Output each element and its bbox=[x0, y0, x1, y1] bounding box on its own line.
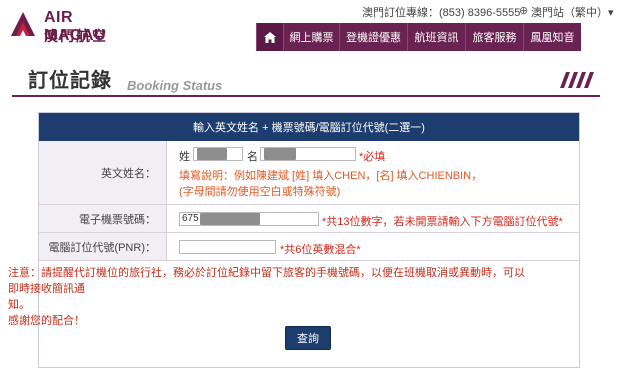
nav-item-flight-info[interactable]: 航班資訊 bbox=[407, 23, 465, 51]
redacted-ticket-number bbox=[200, 213, 260, 225]
ticket-number-input[interactable]: 675 bbox=[179, 212, 319, 226]
nav-item-online-booking[interactable]: 網上購票 bbox=[283, 23, 339, 51]
page-title: 訂位記錄 bbox=[28, 70, 112, 92]
nav-item-phoenix-miles[interactable]: 鳳凰知音 bbox=[523, 23, 581, 51]
booking-hotline: 澳門訂位專線：(853) 8396-5555 bbox=[362, 7, 521, 19]
notice-line3: 感謝您的配合！ bbox=[8, 315, 85, 327]
nav-home[interactable] bbox=[256, 23, 283, 51]
name-label: 英文姓名： bbox=[39, 141, 167, 204]
given-name-input[interactable] bbox=[260, 147, 356, 161]
ticket-label: 電子機票號碼： bbox=[39, 205, 167, 232]
pnr-input[interactable] bbox=[179, 240, 276, 254]
nav-item-passenger-services[interactable]: 旅客服務 bbox=[465, 23, 523, 51]
ticket-hint: *共13位數字，若未開票請輸入下方電腦訂位代號* bbox=[322, 216, 563, 228]
notice-line2: 知。 bbox=[8, 299, 30, 311]
page-subtitle: Booking Status bbox=[127, 78, 223, 93]
title-divider bbox=[12, 95, 600, 97]
name-required-note: *必填 bbox=[359, 151, 386, 163]
given-name-label: 名 bbox=[247, 151, 258, 163]
surname-label: 姓 bbox=[179, 151, 190, 163]
main-nav: 網上購票 登機證優惠 航班資訊 旅客服務 鳳凰知音 bbox=[256, 23, 581, 51]
nav-item-boarding-pass-offers[interactable]: 登機證優惠 bbox=[339, 23, 407, 51]
redacted-surname bbox=[197, 148, 227, 160]
form-header: 輸入英文姓名 + 機票號碼/電腦訂位代號(二選一) bbox=[39, 113, 579, 141]
air-macau-logo[interactable]: AIR MACAU 澳門航空 bbox=[8, 9, 126, 44]
name-help-line2: (字母間請勿使用空白或特殊符號) bbox=[179, 186, 341, 198]
notice-line1: 注意：請提醒代訂機位的旅行社，務必於訂位紀錄中留下旅客的手機號碼，以便在班機取消… bbox=[8, 267, 525, 295]
submit-query-button[interactable]: 查詢 bbox=[285, 326, 331, 350]
ticket-row: 電子機票號碼： 675 *共13位數字，若未開票請輸入下方電腦訂位代號* bbox=[39, 205, 579, 233]
pnr-row: 電腦訂位代號(PNR)： *共6位英數混合* bbox=[39, 233, 579, 261]
site-selector[interactable]: 澳門站（繁中）▾ bbox=[531, 4, 614, 20]
pnr-label: 電腦訂位代號(PNR)： bbox=[39, 233, 167, 260]
surname-input[interactable] bbox=[193, 147, 243, 161]
decorative-stripes-icon bbox=[560, 72, 594, 88]
pnr-hint: *共6位英數混合* bbox=[280, 244, 361, 256]
air-macau-emblem-icon bbox=[8, 9, 38, 39]
agency-notice: 注意：請提醒代訂機位的旅行社，務必於訂位紀錄中留下旅客的手機號碼，以便在班機取消… bbox=[8, 265, 533, 329]
globe-icon: ⊕ bbox=[519, 5, 529, 17]
brand-name-zh: 澳門航空 bbox=[44, 28, 108, 44]
redacted-given-name bbox=[264, 148, 296, 160]
ticket-number-value: 675 bbox=[182, 213, 199, 224]
name-row: 英文姓名： 姓 名 *必填 填寫說明：例如陳建斌 [姓] 填入CHEN，[名] … bbox=[39, 141, 579, 205]
top-header: AIR MACAU 澳門航空 澳門訂位專線：(853) 8396-5555 ⊕ … bbox=[0, 0, 620, 56]
home-icon bbox=[264, 31, 276, 43]
name-help-line1: 填寫說明：例如陳建斌 [姓] 填入CHEN，[名] 填入CHIENBIN， bbox=[179, 170, 483, 182]
